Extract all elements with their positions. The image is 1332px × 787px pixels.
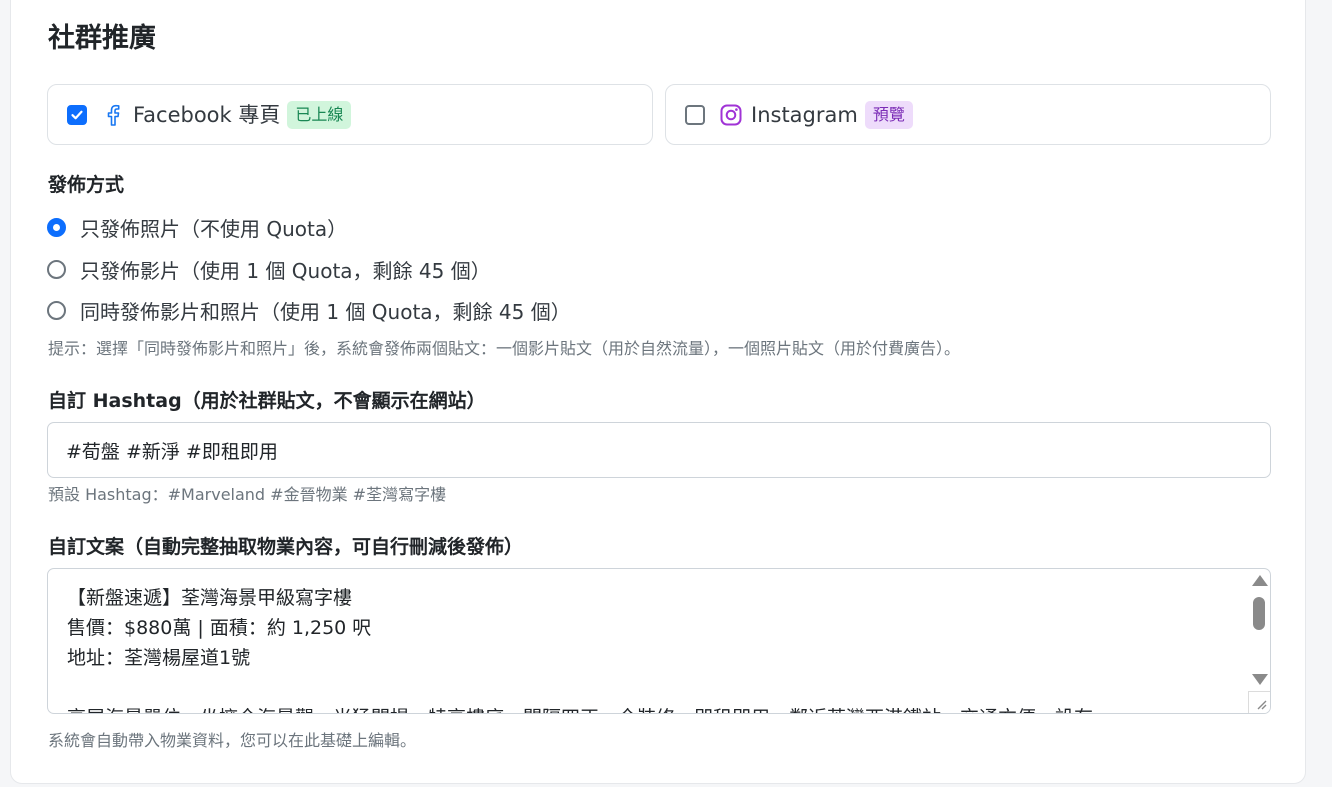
scroll-down-arrow-icon[interactable] [1252, 674, 1268, 685]
hashtag-label: 自訂 Hashtag（用於社群貼文，不會顯示在網站） [48, 390, 486, 412]
status-badge-live: 已上線 [287, 100, 352, 129]
section-title: 社群推廣 [48, 23, 156, 54]
hashtag-hint: 預設 Hashtag：#Marveland #金晉物業 #荃灣寫字樓 [48, 485, 447, 504]
radio-label: 只發佈照片（不使用 Quota） [80, 216, 348, 241]
publish-method-label: 發佈方式 [48, 174, 125, 196]
copy-line: 地址：荃灣楊屋道1號 [67, 647, 251, 669]
instagram-icon [719, 103, 743, 127]
copy-line [67, 673, 1240, 703]
radio-label: 只發佈影片（使用 1 個 Quota，剩餘 45 個） [80, 258, 491, 283]
hashtag-input[interactable]: #荀盤 #新淨 #即租即用 [47, 422, 1271, 478]
textarea-scrollbar[interactable] [1248, 569, 1270, 693]
copy-line: 【新盤速遞】荃灣海景甲級寫字樓 [67, 587, 353, 609]
platform-facebook[interactable]: Facebook 專頁 已上線 [47, 84, 653, 145]
status-badge-preview: 預覽 [864, 100, 913, 129]
instagram-checkbox[interactable] [685, 104, 705, 125]
radio-photo-only[interactable] [47, 217, 66, 237]
radio-label: 同時發佈影片和照片（使用 1 個 Quota，剩餘 45 個） [80, 299, 571, 324]
platform-instagram[interactable]: Instagram 預覽 [665, 84, 1271, 145]
publish-option-photo[interactable]: 只發佈照片（不使用 Quota） [47, 213, 347, 241]
publish-option-both[interactable]: 同時發佈影片和照片（使用 1 個 Quota，剩餘 45 個） [47, 296, 571, 324]
copy-line: 高層海景單位，坐擁全海景觀，光猛開揚，特高樓底，間隔四正，全裝修，即租即用，鄰近… [67, 703, 1240, 713]
publish-option-video[interactable]: 只發佈影片（使用 1 個 Quota，剩餘 45 個） [47, 255, 491, 283]
resize-grip-icon [1257, 700, 1267, 710]
radio-video-and-photo[interactable] [47, 300, 66, 320]
facebook-icon [101, 103, 125, 127]
publish-hint: 提示：選擇「同時發佈影片和照片」後，系統會發佈兩個貼文：一個影片貼文（用於自然流… [48, 339, 961, 358]
check-icon [71, 110, 83, 119]
radio-video-only[interactable] [47, 259, 66, 279]
facebook-checkbox[interactable] [67, 104, 87, 125]
scroll-thumb[interactable] [1253, 597, 1265, 630]
copy-line: 售價：$880萬 | 面積：約 1,250 呎 [67, 617, 372, 639]
copy-textarea[interactable]: 【新盤速遞】荃灣海景甲級寫字樓 售價：$880萬 | 面積：約 1,250 呎 … [47, 568, 1271, 714]
copy-label: 自訂文案（自動完整抽取物業內容，可自行刪減後發佈） [48, 536, 524, 558]
facebook-label: Facebook 專頁 [133, 102, 281, 127]
copy-textarea-content: 【新盤速遞】荃灣海景甲級寫字樓 售價：$880萬 | 面積：約 1,250 呎 … [67, 583, 1240, 713]
instagram-label: Instagram [751, 102, 858, 127]
copy-hint: 系統會自動帶入物業資料，您可以在此基礎上編輯。 [48, 731, 417, 750]
resize-handle[interactable] [1248, 691, 1270, 713]
scroll-up-arrow-icon[interactable] [1252, 575, 1268, 586]
